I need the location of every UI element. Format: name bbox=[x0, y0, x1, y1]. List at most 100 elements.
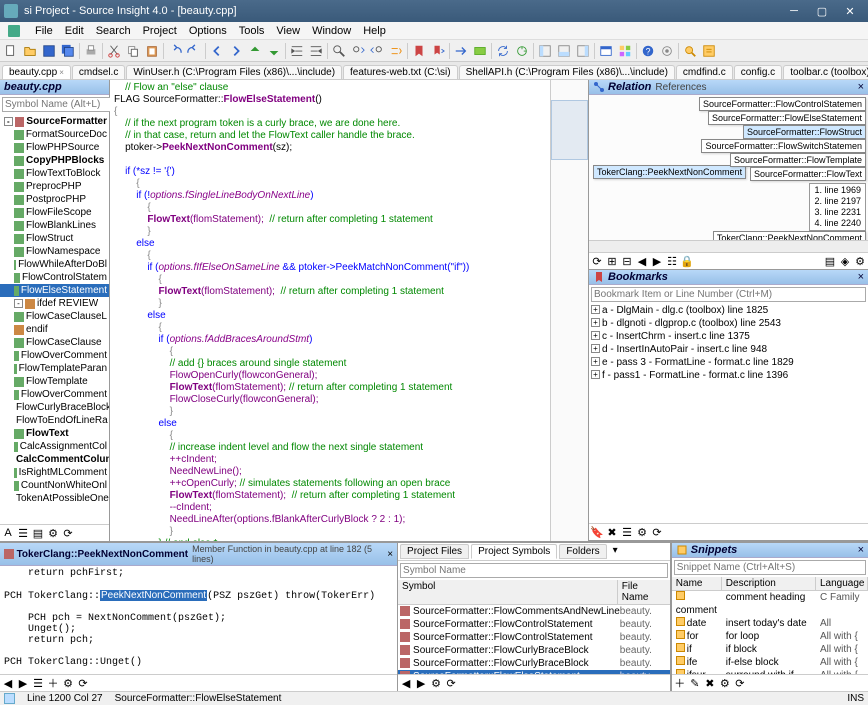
tree-node[interactable]: endif bbox=[0, 323, 109, 336]
tab-close-icon[interactable]: × bbox=[59, 68, 64, 77]
snip-gear-icon[interactable]: ⚙ bbox=[718, 676, 732, 690]
paste-icon[interactable] bbox=[143, 42, 161, 60]
rel-collapse-icon[interactable]: ⊟ bbox=[620, 254, 634, 268]
az-icon[interactable]: A bbox=[1, 526, 15, 540]
status-highlight-icon[interactable] bbox=[4, 693, 15, 704]
snip-col-name[interactable]: Name bbox=[672, 577, 722, 590]
relation-node[interactable]: SourceFormatter::FlowElseStatement bbox=[708, 111, 866, 125]
snip-refresh-icon[interactable]: ⟳ bbox=[733, 676, 747, 690]
save-icon[interactable] bbox=[40, 42, 58, 60]
sym-refresh-icon[interactable]: ⟳ bbox=[444, 676, 458, 690]
ctx-list-icon[interactable]: ☰ bbox=[31, 676, 45, 690]
search-icon[interactable] bbox=[330, 42, 348, 60]
bookmarks-list[interactable]: +a - DlgMain - dlg.c (toolbox) line 1825… bbox=[589, 304, 868, 523]
layout3-icon[interactable] bbox=[574, 42, 592, 60]
symbol-row[interactable]: SourceFormatter::FlowCurlyBraceBlockbeau… bbox=[398, 657, 670, 670]
expand-icon[interactable]: + bbox=[591, 305, 600, 314]
menu-view[interactable]: View bbox=[270, 24, 306, 38]
bk-del-icon[interactable]: ✖ bbox=[605, 525, 619, 539]
tile-icon[interactable] bbox=[616, 42, 634, 60]
tree-node[interactable]: FlowControlStatem bbox=[0, 271, 109, 284]
tree-node[interactable]: FlowBlankLines bbox=[0, 219, 109, 232]
close-button[interactable]: ✕ bbox=[836, 1, 864, 21]
editor-tab[interactable]: WinUser.h (C:\Program Files (x86)\...\in… bbox=[126, 65, 342, 79]
tree-node[interactable]: FlowText bbox=[0, 427, 109, 440]
search-next-icon[interactable] bbox=[349, 42, 367, 60]
menu-project[interactable]: Project bbox=[137, 24, 183, 38]
bookmark-row[interactable]: +f - pass1 - FormatLine - format.c line … bbox=[591, 369, 866, 382]
relation-node[interactable]: SourceFormatter::FlowControlStatemen bbox=[699, 97, 866, 111]
symbol-filter-input[interactable] bbox=[400, 563, 668, 578]
lookup-icon[interactable] bbox=[681, 42, 699, 60]
rel-view-icon[interactable]: ▤ bbox=[823, 254, 837, 268]
menu-help[interactable]: Help bbox=[357, 24, 392, 38]
print-icon[interactable] bbox=[82, 42, 100, 60]
bookmark-next-icon[interactable] bbox=[429, 42, 447, 60]
bookmark-row[interactable]: +d - InsertInAutoPair - insert.c line 94… bbox=[591, 343, 866, 356]
tree-node[interactable]: FlowTextToBlock bbox=[0, 167, 109, 180]
menu-options[interactable]: Options bbox=[183, 24, 233, 38]
lock-icon[interactable]: ⟳ bbox=[61, 526, 75, 540]
minimap[interactable] bbox=[550, 80, 588, 541]
tree-node[interactable]: FlowToEndOfLineRa bbox=[0, 414, 109, 427]
expand-icon[interactable]: + bbox=[591, 318, 600, 327]
relation-node[interactable]: SourceFormatter::FlowSwitchStatemen bbox=[701, 139, 866, 153]
bk-gear-icon[interactable]: ⚙ bbox=[635, 525, 649, 539]
minimize-button[interactable]: ─ bbox=[780, 1, 808, 21]
snip-col-lang[interactable]: Language bbox=[816, 577, 868, 590]
expand-icon[interactable]: + bbox=[591, 357, 600, 366]
editor-tab[interactable]: beauty.cpp× bbox=[2, 65, 71, 79]
indent-icon[interactable] bbox=[288, 42, 306, 60]
tree-node[interactable]: -SourceFormatter bbox=[0, 115, 109, 128]
symbols-list[interactable]: SourceFormatter::FlowCommentsAndNewLineb… bbox=[398, 605, 670, 674]
rel-back-icon[interactable]: ◀ bbox=[635, 254, 649, 268]
bk-list-icon[interactable]: ☰ bbox=[620, 525, 634, 539]
relation-scrollbar[interactable] bbox=[589, 240, 868, 252]
bookmark-row[interactable]: +c - InsertChrm - insert.c line 1375 bbox=[591, 330, 866, 343]
menu-window[interactable]: Window bbox=[306, 24, 357, 38]
tree-node[interactable]: FlowOverComment bbox=[0, 388, 109, 401]
replace-icon[interactable] bbox=[387, 42, 405, 60]
tree-node[interactable]: FlowCaseClauseL bbox=[0, 310, 109, 323]
cut-icon[interactable] bbox=[105, 42, 123, 60]
bookmarks-close-icon[interactable]: × bbox=[858, 271, 864, 283]
tree-node[interactable]: FlowWhileAfterDoBl bbox=[0, 258, 109, 271]
new-icon[interactable] bbox=[2, 42, 20, 60]
bookmark-row[interactable]: +a - DlgMain - dlg.c (toolbox) line 1825 bbox=[591, 304, 866, 317]
snippet-row[interactable]: dateinsert today's dateAll bbox=[672, 617, 868, 630]
symbols-col-symbol[interactable]: Symbol bbox=[398, 580, 618, 604]
open-icon[interactable] bbox=[21, 42, 39, 60]
rel-tree-icon[interactable]: ☷ bbox=[665, 254, 679, 268]
rel-lock-icon[interactable]: 🔒 bbox=[680, 254, 694, 268]
sym-next-icon[interactable]: ▶ bbox=[414, 676, 428, 690]
tree-node[interactable]: FlowTemplate bbox=[0, 375, 109, 388]
ctx-next-icon[interactable]: ▶ bbox=[16, 676, 30, 690]
tree-node[interactable]: FlowNamespace bbox=[0, 245, 109, 258]
snippet-row[interactable]: ifif blockAll with { bbox=[672, 643, 868, 656]
editor-tab[interactable]: cmdsel.c bbox=[72, 65, 125, 79]
symbol-row[interactable]: SourceFormatter::FlowControlStatementbea… bbox=[398, 618, 670, 631]
snippet-row[interactable]: forfor loopAll with { bbox=[672, 630, 868, 643]
symbol-tree[interactable]: -SourceFormatterFormatSourceDocFlowPHPSo… bbox=[0, 114, 109, 524]
expand-icon[interactable]: + bbox=[591, 331, 600, 340]
outdent-icon[interactable] bbox=[307, 42, 325, 60]
snippets-close-icon[interactable]: × bbox=[858, 544, 864, 556]
relation-graph[interactable]: TokerClang::PeekNextNonCommentSourceForm… bbox=[589, 95, 868, 252]
tree-node[interactable]: CountNonWhiteOnl bbox=[0, 479, 109, 492]
symbol-row[interactable]: SourceFormatter::FlowCurlyBraceBlockbeau… bbox=[398, 644, 670, 657]
bookmark-row[interactable]: +e - pass 3 - FormatLine - format.c line… bbox=[591, 356, 866, 369]
symbol-row[interactable]: SourceFormatter::FlowCommentsAndNewLineb… bbox=[398, 605, 670, 618]
sym-prev-icon[interactable]: ◀ bbox=[399, 676, 413, 690]
symbols-col-file[interactable]: File Name bbox=[618, 580, 670, 604]
project-tab[interactable]: Project Files bbox=[400, 544, 469, 559]
relation-node[interactable]: SourceFormatter::FlowText bbox=[750, 167, 866, 181]
window-icon[interactable] bbox=[597, 42, 615, 60]
down-icon[interactable] bbox=[265, 42, 283, 60]
tree-icon[interactable]: ☰ bbox=[16, 526, 30, 540]
browse-icon[interactable] bbox=[700, 42, 718, 60]
relation-close-icon[interactable]: × bbox=[858, 81, 864, 93]
project-tab[interactable]: Project Symbols bbox=[471, 544, 557, 559]
saveall-icon[interactable] bbox=[59, 42, 77, 60]
tree-node[interactable]: PreprocPHP bbox=[0, 180, 109, 193]
editor-tab[interactable]: ShellAPI.h (C:\Program Files (x86)\...\i… bbox=[459, 65, 675, 79]
